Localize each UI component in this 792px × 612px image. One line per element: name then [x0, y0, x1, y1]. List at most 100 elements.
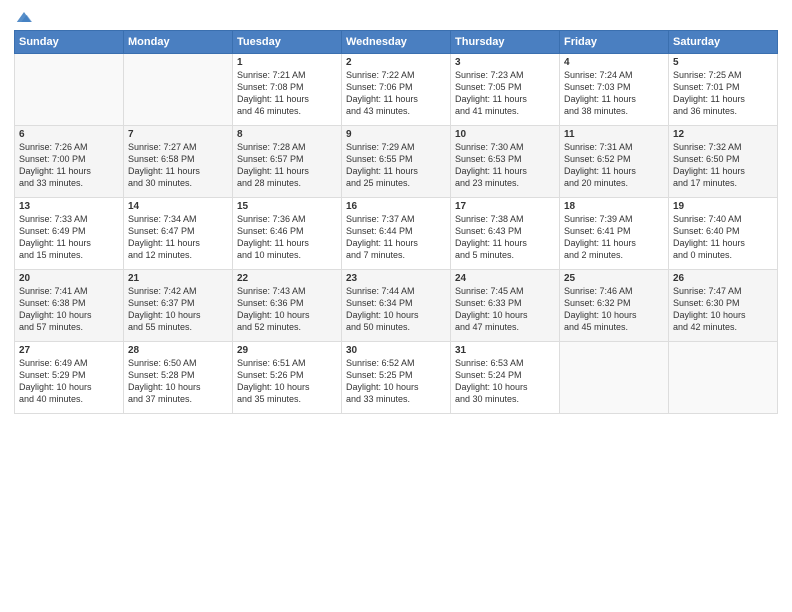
- day-number: 2: [346, 57, 446, 68]
- col-wednesday: Wednesday: [342, 31, 451, 54]
- table-row: 9Sunrise: 7:29 AMSunset: 6:55 PMDaylight…: [342, 126, 451, 198]
- table-row: [15, 54, 124, 126]
- day-info: Sunrise: 7:31 AMSunset: 6:52 PMDaylight:…: [564, 141, 664, 190]
- day-number: 3: [455, 57, 555, 68]
- weekday-header-row: Sunday Monday Tuesday Wednesday Thursday…: [15, 31, 778, 54]
- table-row: 3Sunrise: 7:23 AMSunset: 7:05 PMDaylight…: [451, 54, 560, 126]
- day-info: Sunrise: 7:36 AMSunset: 6:46 PMDaylight:…: [237, 213, 337, 262]
- day-info: Sunrise: 7:25 AMSunset: 7:01 PMDaylight:…: [673, 69, 773, 118]
- table-row: [124, 54, 233, 126]
- calendar-week-row: 27Sunrise: 6:49 AMSunset: 5:29 PMDayligh…: [15, 342, 778, 414]
- day-number: 10: [455, 129, 555, 140]
- day-info: Sunrise: 7:21 AMSunset: 7:08 PMDaylight:…: [237, 69, 337, 118]
- day-number: 15: [237, 201, 337, 212]
- table-row: 23Sunrise: 7:44 AMSunset: 6:34 PMDayligh…: [342, 270, 451, 342]
- day-info: Sunrise: 7:28 AMSunset: 6:57 PMDaylight:…: [237, 141, 337, 190]
- day-info: Sunrise: 6:49 AMSunset: 5:29 PMDaylight:…: [19, 357, 119, 406]
- table-row: 2Sunrise: 7:22 AMSunset: 7:06 PMDaylight…: [342, 54, 451, 126]
- page-header: [14, 10, 778, 24]
- day-number: 12: [673, 129, 773, 140]
- table-row: 27Sunrise: 6:49 AMSunset: 5:29 PMDayligh…: [15, 342, 124, 414]
- day-number: 18: [564, 201, 664, 212]
- day-number: 28: [128, 345, 228, 356]
- day-number: 7: [128, 129, 228, 140]
- day-info: Sunrise: 7:39 AMSunset: 6:41 PMDaylight:…: [564, 213, 664, 262]
- calendar-table: Sunday Monday Tuesday Wednesday Thursday…: [14, 30, 778, 414]
- col-thursday: Thursday: [451, 31, 560, 54]
- table-row: 13Sunrise: 7:33 AMSunset: 6:49 PMDayligh…: [15, 198, 124, 270]
- day-info: Sunrise: 7:47 AMSunset: 6:30 PMDaylight:…: [673, 285, 773, 334]
- day-number: 8: [237, 129, 337, 140]
- table-row: 24Sunrise: 7:45 AMSunset: 6:33 PMDayligh…: [451, 270, 560, 342]
- table-row: 7Sunrise: 7:27 AMSunset: 6:58 PMDaylight…: [124, 126, 233, 198]
- day-info: Sunrise: 7:26 AMSunset: 7:00 PMDaylight:…: [19, 141, 119, 190]
- table-row: 25Sunrise: 7:46 AMSunset: 6:32 PMDayligh…: [560, 270, 669, 342]
- day-info: Sunrise: 7:45 AMSunset: 6:33 PMDaylight:…: [455, 285, 555, 334]
- calendar-week-row: 20Sunrise: 7:41 AMSunset: 6:38 PMDayligh…: [15, 270, 778, 342]
- col-tuesday: Tuesday: [233, 31, 342, 54]
- logo: [14, 10, 34, 24]
- day-info: Sunrise: 7:44 AMSunset: 6:34 PMDaylight:…: [346, 285, 446, 334]
- logo-icon: [15, 10, 33, 24]
- table-row: 5Sunrise: 7:25 AMSunset: 7:01 PMDaylight…: [669, 54, 778, 126]
- table-row: 17Sunrise: 7:38 AMSunset: 6:43 PMDayligh…: [451, 198, 560, 270]
- day-info: Sunrise: 7:27 AMSunset: 6:58 PMDaylight:…: [128, 141, 228, 190]
- day-number: 24: [455, 273, 555, 284]
- day-number: 26: [673, 273, 773, 284]
- day-info: Sunrise: 7:30 AMSunset: 6:53 PMDaylight:…: [455, 141, 555, 190]
- table-row: 28Sunrise: 6:50 AMSunset: 5:28 PMDayligh…: [124, 342, 233, 414]
- day-number: 22: [237, 273, 337, 284]
- day-number: 25: [564, 273, 664, 284]
- table-row: 22Sunrise: 7:43 AMSunset: 6:36 PMDayligh…: [233, 270, 342, 342]
- day-number: 19: [673, 201, 773, 212]
- day-info: Sunrise: 6:52 AMSunset: 5:25 PMDaylight:…: [346, 357, 446, 406]
- day-number: 4: [564, 57, 664, 68]
- calendar-week-row: 1Sunrise: 7:21 AMSunset: 7:08 PMDaylight…: [15, 54, 778, 126]
- day-info: Sunrise: 7:29 AMSunset: 6:55 PMDaylight:…: [346, 141, 446, 190]
- table-row: 14Sunrise: 7:34 AMSunset: 6:47 PMDayligh…: [124, 198, 233, 270]
- table-row: 19Sunrise: 7:40 AMSunset: 6:40 PMDayligh…: [669, 198, 778, 270]
- day-info: Sunrise: 7:34 AMSunset: 6:47 PMDaylight:…: [128, 213, 228, 262]
- table-row: 18Sunrise: 7:39 AMSunset: 6:41 PMDayligh…: [560, 198, 669, 270]
- day-info: Sunrise: 6:51 AMSunset: 5:26 PMDaylight:…: [237, 357, 337, 406]
- day-info: Sunrise: 6:50 AMSunset: 5:28 PMDaylight:…: [128, 357, 228, 406]
- day-number: 14: [128, 201, 228, 212]
- day-number: 16: [346, 201, 446, 212]
- table-row: 11Sunrise: 7:31 AMSunset: 6:52 PMDayligh…: [560, 126, 669, 198]
- day-number: 29: [237, 345, 337, 356]
- table-row: 12Sunrise: 7:32 AMSunset: 6:50 PMDayligh…: [669, 126, 778, 198]
- day-info: Sunrise: 7:38 AMSunset: 6:43 PMDaylight:…: [455, 213, 555, 262]
- col-monday: Monday: [124, 31, 233, 54]
- col-saturday: Saturday: [669, 31, 778, 54]
- table-row: 8Sunrise: 7:28 AMSunset: 6:57 PMDaylight…: [233, 126, 342, 198]
- table-row: [560, 342, 669, 414]
- day-info: Sunrise: 7:24 AMSunset: 7:03 PMDaylight:…: [564, 69, 664, 118]
- day-number: 30: [346, 345, 446, 356]
- day-info: Sunrise: 7:32 AMSunset: 6:50 PMDaylight:…: [673, 141, 773, 190]
- calendar-week-row: 6Sunrise: 7:26 AMSunset: 7:00 PMDaylight…: [15, 126, 778, 198]
- day-number: 5: [673, 57, 773, 68]
- table-row: 31Sunrise: 6:53 AMSunset: 5:24 PMDayligh…: [451, 342, 560, 414]
- table-row: 26Sunrise: 7:47 AMSunset: 6:30 PMDayligh…: [669, 270, 778, 342]
- day-number: 27: [19, 345, 119, 356]
- day-info: Sunrise: 7:23 AMSunset: 7:05 PMDaylight:…: [455, 69, 555, 118]
- table-row: 10Sunrise: 7:30 AMSunset: 6:53 PMDayligh…: [451, 126, 560, 198]
- day-number: 17: [455, 201, 555, 212]
- day-number: 1: [237, 57, 337, 68]
- day-info: Sunrise: 7:46 AMSunset: 6:32 PMDaylight:…: [564, 285, 664, 334]
- table-row: 6Sunrise: 7:26 AMSunset: 7:00 PMDaylight…: [15, 126, 124, 198]
- table-row: 30Sunrise: 6:52 AMSunset: 5:25 PMDayligh…: [342, 342, 451, 414]
- day-info: Sunrise: 7:40 AMSunset: 6:40 PMDaylight:…: [673, 213, 773, 262]
- table-row: 16Sunrise: 7:37 AMSunset: 6:44 PMDayligh…: [342, 198, 451, 270]
- table-row: 29Sunrise: 6:51 AMSunset: 5:26 PMDayligh…: [233, 342, 342, 414]
- day-info: Sunrise: 7:22 AMSunset: 7:06 PMDaylight:…: [346, 69, 446, 118]
- table-row: 15Sunrise: 7:36 AMSunset: 6:46 PMDayligh…: [233, 198, 342, 270]
- day-info: Sunrise: 7:43 AMSunset: 6:36 PMDaylight:…: [237, 285, 337, 334]
- day-info: Sunrise: 7:42 AMSunset: 6:37 PMDaylight:…: [128, 285, 228, 334]
- day-info: Sunrise: 7:41 AMSunset: 6:38 PMDaylight:…: [19, 285, 119, 334]
- table-row: 1Sunrise: 7:21 AMSunset: 7:08 PMDaylight…: [233, 54, 342, 126]
- table-row: [669, 342, 778, 414]
- day-number: 9: [346, 129, 446, 140]
- col-sunday: Sunday: [15, 31, 124, 54]
- col-friday: Friday: [560, 31, 669, 54]
